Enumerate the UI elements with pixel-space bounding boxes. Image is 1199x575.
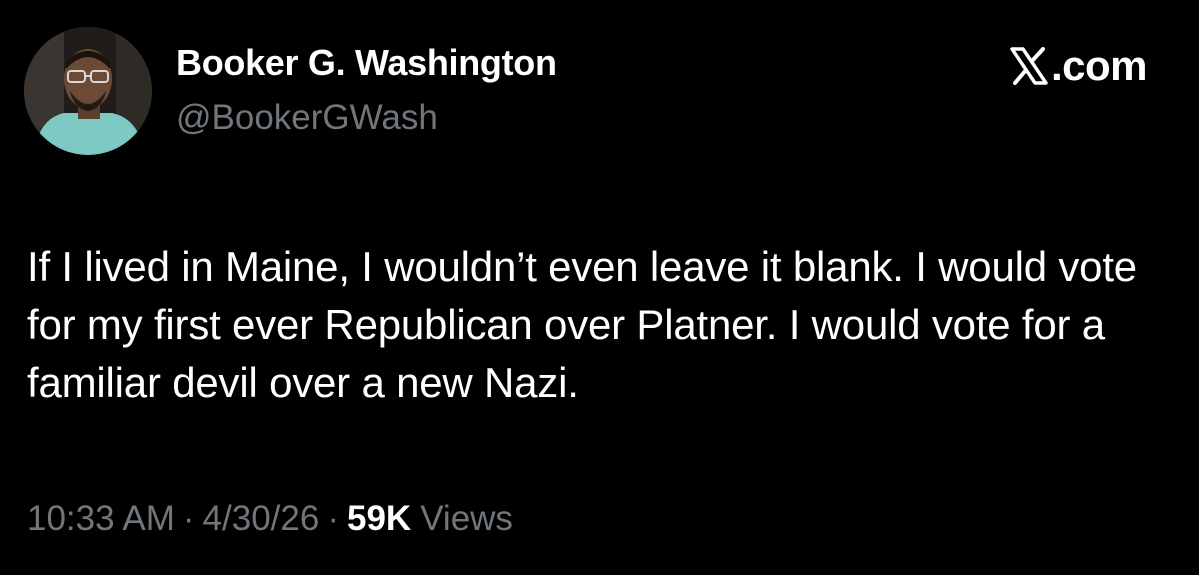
author-handle[interactable]: @BookerGWash bbox=[176, 98, 438, 138]
tweet-time[interactable]: 10:33 AM bbox=[27, 499, 175, 539]
views-label: Views bbox=[420, 499, 513, 538]
x-logo-icon bbox=[1009, 46, 1049, 86]
site-watermark: .com bbox=[1009, 42, 1148, 90]
meta-separator: · bbox=[327, 499, 339, 538]
tweet-meta: 10:33 AM · 4/30/26 · 59K Views bbox=[27, 499, 513, 539]
views-count[interactable]: 59K bbox=[347, 499, 411, 539]
avatar[interactable] bbox=[24, 27, 152, 155]
tweet-text: If I lived in Maine, I wouldn’t even lea… bbox=[27, 243, 1137, 406]
tweet-date[interactable]: 4/30/26 bbox=[203, 499, 320, 539]
author-name[interactable]: Booker G. Washington bbox=[176, 42, 557, 84]
profile-photo-icon bbox=[24, 27, 152, 155]
site-label: .com bbox=[1050, 42, 1148, 89]
meta-separator: · bbox=[182, 499, 195, 538]
